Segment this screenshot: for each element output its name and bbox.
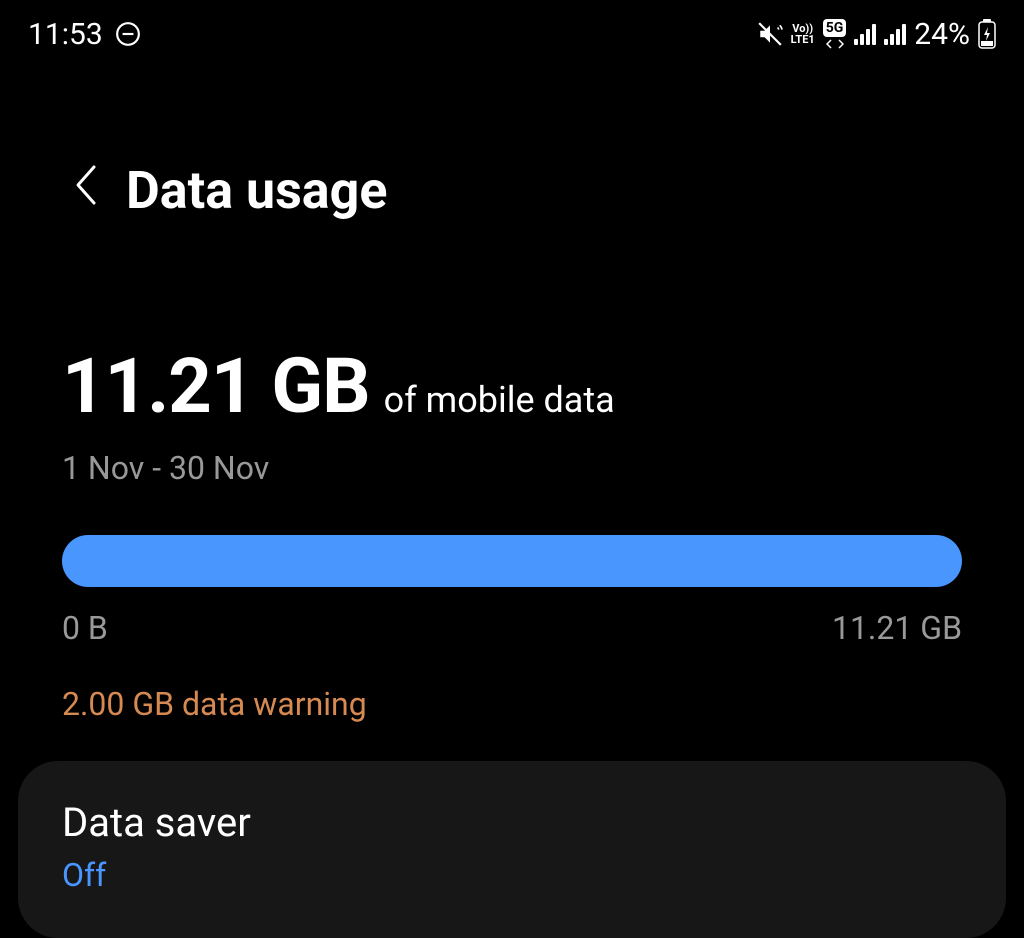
usage-label: of mobile data (384, 379, 615, 421)
5g-icon: 5G (823, 19, 847, 49)
battery-icon (978, 19, 996, 49)
content: 11.21 GB of mobile data 1 Nov - 30 Nov 0… (0, 241, 1024, 723)
signal-icon-1 (854, 24, 876, 45)
page-title: Data usage (126, 160, 387, 221)
usage-summary: 11.21 GB of mobile data (62, 341, 962, 431)
dnd-icon (115, 21, 141, 47)
status-right: Vo)) LTE1 5G 24% (757, 17, 996, 52)
battery-percent: 24% (914, 17, 970, 52)
data-saver-card[interactable]: Data saver Off (18, 761, 1006, 938)
data-saver-status: Off (62, 856, 962, 894)
header: Data usage (0, 60, 1024, 241)
status-time: 11:53 (28, 17, 103, 52)
back-icon[interactable] (72, 163, 98, 218)
volte-icon: Vo)) LTE1 (791, 23, 815, 45)
status-bar: 11:53 Vo)) LTE1 5G (0, 0, 1024, 60)
progress-min: 0 B (62, 609, 108, 647)
progress-max: 11.21 GB (832, 609, 962, 647)
mute-icon (757, 21, 783, 47)
status-left: 11:53 (28, 17, 141, 52)
date-range[interactable]: 1 Nov - 30 Nov (62, 449, 962, 487)
data-saver-title: Data saver (62, 799, 962, 846)
signal-icon-2 (884, 24, 906, 45)
data-warning[interactable]: 2.00 GB data warning (62, 685, 962, 723)
progress-labels: 0 B 11.21 GB (62, 609, 962, 647)
usage-amount: 11.21 GB (62, 341, 370, 431)
usage-progress-bar (62, 535, 962, 587)
